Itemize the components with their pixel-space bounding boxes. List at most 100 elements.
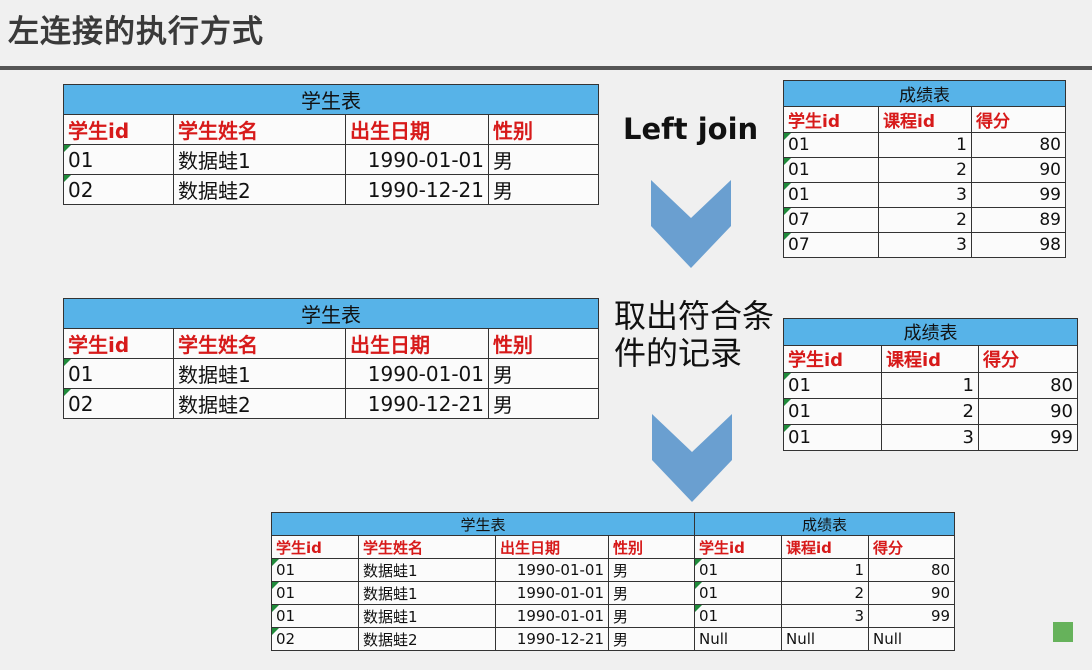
- cell: 男: [488, 388, 599, 419]
- table-row: 01 1 80: [783, 372, 1078, 399]
- table-row: 01 3 99: [783, 424, 1078, 451]
- cell: 01: [783, 424, 882, 451]
- cell: Null: [781, 627, 870, 651]
- cell: 数据蛙2: [358, 627, 496, 651]
- student-table-original: 学生表 学生id 学生姓名 出生日期 性别 01 数据蛙1 1990-01-01…: [63, 84, 599, 205]
- cell: 数据蛙1: [173, 144, 346, 175]
- cell: 01: [694, 581, 783, 605]
- cell: 男: [607, 581, 696, 605]
- page-title: 左连接的执行方式: [8, 14, 264, 50]
- table-caption: 学生表: [63, 84, 599, 115]
- header-cell: 学生id: [694, 535, 783, 559]
- header-cell: 学生id: [271, 535, 359, 559]
- header-cell: 得分: [978, 345, 1078, 373]
- cell: 1: [881, 372, 979, 399]
- cell: 1990-01-01: [345, 144, 489, 175]
- cell: 数据蛙1: [173, 358, 346, 389]
- cell: 07: [783, 207, 879, 233]
- table-caption: 成绩表: [694, 512, 956, 536]
- cell: 01: [271, 581, 359, 605]
- table-caption: 学生表: [63, 298, 599, 329]
- cell: 99: [978, 424, 1078, 451]
- cell: 2: [878, 207, 972, 233]
- table-row: 01 数据蛙1 1990-01-01 男 01 2 90: [271, 581, 956, 605]
- cell: 1990-01-01: [345, 358, 489, 389]
- header-cell: 学生姓名: [173, 328, 346, 359]
- cell: 01: [783, 398, 882, 425]
- title-divider: [0, 66, 1092, 70]
- header-cell: 性别: [607, 535, 696, 559]
- cell: 80: [868, 558, 956, 582]
- cell: 1990-01-01: [495, 558, 609, 582]
- cell: 01: [783, 132, 879, 158]
- cell: 男: [488, 358, 599, 389]
- slide-marker-square: [1053, 622, 1073, 642]
- table-row: 02 数据蛙2 1990-12-21 男: [63, 388, 599, 419]
- cell: 01: [271, 604, 359, 628]
- table-row: 01 数据蛙1 1990-01-01 男: [63, 144, 599, 175]
- cell: 02: [271, 627, 359, 651]
- cell: 男: [488, 144, 599, 175]
- cell: 数据蛙2: [173, 388, 346, 419]
- student-table-copy: 学生表 学生id 学生姓名 出生日期 性别 01 数据蛙1 1990-01-01…: [63, 298, 599, 419]
- table-caption: 成绩表: [783, 80, 1066, 107]
- table-row: 01 数据蛙1 1990-01-01 男: [63, 358, 599, 389]
- filter-step-label: 取出符合条件的记录: [614, 297, 775, 372]
- table-row: 02 数据蛙2 1990-12-21 男: [63, 174, 599, 205]
- cell: 数据蛙2: [173, 174, 346, 205]
- header-cell: 出生日期: [345, 114, 489, 145]
- table-row: 07 3 98: [783, 232, 1066, 258]
- cell: 01: [694, 558, 783, 582]
- cell: Null: [694, 627, 783, 651]
- table-row: 01 2 90: [783, 157, 1066, 183]
- cell: 1990-01-01: [495, 604, 609, 628]
- chevron-down-arrow-icon: [651, 180, 731, 268]
- score-table-original: 成绩表 学生id 课程id 得分 01 1 80 01 2 90 01 3 99…: [783, 80, 1066, 258]
- cell: 2: [878, 157, 972, 183]
- table-row: 01 2 90: [783, 398, 1078, 425]
- header-cell: 课程id: [881, 345, 979, 373]
- cell: 男: [607, 627, 696, 651]
- cell: 01: [63, 358, 174, 389]
- header-cell: 得分: [971, 106, 1066, 133]
- header-cell: 学生id: [783, 345, 882, 373]
- cell: 80: [978, 372, 1078, 399]
- cell: 1990-12-21: [345, 388, 489, 419]
- cell: 3: [881, 424, 979, 451]
- table-row: 01 1 80: [783, 132, 1066, 158]
- chevron-down-arrow-icon: [652, 414, 732, 502]
- table-row: 01 数据蛙1 1990-01-01 男 01 1 80: [271, 558, 956, 582]
- table-caption: 学生表: [270, 512, 696, 536]
- cell: 01: [63, 144, 174, 175]
- cell: 01: [783, 372, 882, 399]
- cell: 男: [607, 558, 696, 582]
- cell: 1: [878, 132, 972, 158]
- table-caption: 成绩表: [783, 318, 1078, 346]
- header-cell: 出生日期: [345, 328, 489, 359]
- header-cell: 学生姓名: [358, 535, 496, 559]
- header-cell: 学生id: [783, 106, 879, 133]
- cell: 3: [878, 232, 972, 258]
- header-cell: 学生id: [63, 114, 174, 145]
- cell: 02: [63, 174, 174, 205]
- cell: Null: [868, 627, 956, 651]
- cell: 80: [971, 132, 1066, 158]
- cell: 99: [971, 182, 1066, 208]
- cell: 01: [783, 157, 879, 183]
- cell: 数据蛙1: [358, 581, 496, 605]
- header-cell: 课程id: [781, 535, 870, 559]
- left-join-label: Left join: [623, 112, 759, 146]
- cell: 01: [271, 558, 359, 582]
- cell: 90: [978, 398, 1078, 425]
- cell: 2: [881, 398, 979, 425]
- header-cell: 性别: [488, 328, 599, 359]
- header-cell: 学生姓名: [173, 114, 346, 145]
- header-cell: 出生日期: [495, 535, 609, 559]
- cell: 02: [63, 388, 174, 419]
- cell: 99: [868, 604, 956, 628]
- cell: 1990-01-01: [495, 581, 609, 605]
- cell: 1990-12-21: [345, 174, 489, 205]
- header-cell: 学生id: [63, 328, 174, 359]
- left-join-result-table: 学生表 成绩表 学生id 学生姓名 出生日期 性别 学生id 课程id 得分 0…: [270, 512, 956, 651]
- cell: 01: [694, 604, 783, 628]
